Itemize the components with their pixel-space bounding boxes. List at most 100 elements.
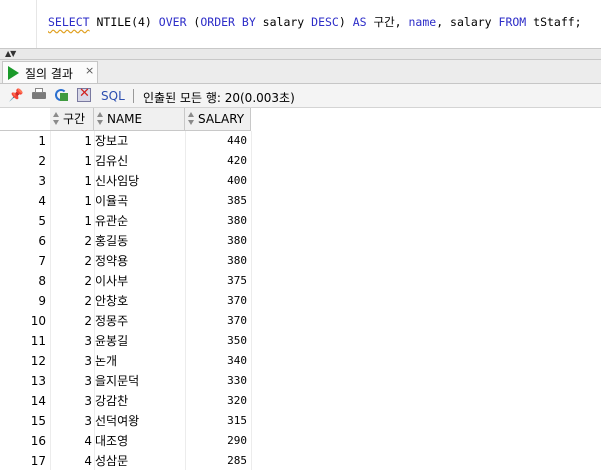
- cell-name[interactable]: 을지문덕: [94, 371, 185, 391]
- table-row[interactable]: 13 3 을지문덕 330: [0, 371, 601, 391]
- sql-keyword: AS: [352, 15, 367, 29]
- cell-name[interactable]: 신사임당: [94, 171, 185, 191]
- cell-salary[interactable]: 400: [185, 171, 251, 191]
- table-row[interactable]: 17 4 성삼문 285: [0, 451, 601, 471]
- cell-salary[interactable]: 350: [185, 331, 251, 351]
- cell-group[interactable]: 2: [50, 251, 94, 271]
- cell-group[interactable]: 3: [50, 391, 94, 411]
- table-row[interactable]: 9 2 안창호 370: [0, 291, 601, 311]
- close-tab-icon[interactable]: ×: [85, 64, 94, 77]
- cell-group[interactable]: 2: [50, 291, 94, 311]
- panel-splitter[interactable]: ▲▼: [0, 48, 601, 60]
- column-header-salary[interactable]: SALARY: [185, 108, 251, 131]
- cell-group[interactable]: 3: [50, 371, 94, 391]
- sql-code-line[interactable]: SELECT NTILE(4) OVER (ORDER BY salary DE…: [48, 14, 582, 30]
- table-row[interactable]: 3 1 신사임당 400: [0, 171, 601, 191]
- cell-name[interactable]: 성삼문: [94, 451, 185, 471]
- table-row[interactable]: 2 1 김유신 420: [0, 151, 601, 171]
- cell-salary[interactable]: 370: [185, 291, 251, 311]
- table-row[interactable]: 8 2 이사부 375: [0, 271, 601, 291]
- editor-gutter: [36, 0, 37, 48]
- table-row[interactable]: 11 3 윤봉길 350: [0, 331, 601, 351]
- row-number: 5: [38, 214, 46, 228]
- sort-icon: [53, 112, 59, 126]
- results-grid[interactable]: 구간 NAME SALARY 1 1 장보고 440 2 1 김유신 420 3 1 신사임당 400…: [0, 108, 601, 470]
- column-header-label: 구간: [63, 112, 86, 126]
- sql-text: , salary: [436, 15, 499, 29]
- cell-salary[interactable]: 375: [185, 271, 251, 291]
- cell-name[interactable]: 대조영: [94, 431, 185, 451]
- sort-icon: [188, 112, 194, 126]
- table-row[interactable]: 16 4 대조영 290: [0, 431, 601, 451]
- cell-name[interactable]: 선덕여왕: [94, 411, 185, 431]
- cell-group[interactable]: 2: [50, 271, 94, 291]
- table-row[interactable]: 1 1 장보고 440: [0, 131, 601, 151]
- cell-name[interactable]: 유관순: [94, 211, 185, 231]
- print-icon[interactable]: [31, 87, 47, 103]
- tab-query-result[interactable]: 질의 결과 ×: [2, 61, 98, 83]
- table-row[interactable]: 10 2 정몽주 370: [0, 311, 601, 331]
- cell-salary[interactable]: 385: [185, 191, 251, 211]
- cell-name[interactable]: 이율곡: [94, 191, 185, 211]
- sql-editor[interactable]: SELECT NTILE(4) OVER (ORDER BY salary DE…: [0, 0, 601, 48]
- cell-group[interactable]: 4: [50, 451, 94, 471]
- cell-group[interactable]: 2: [50, 231, 94, 251]
- sql-text: tStaff;: [526, 15, 582, 29]
- cell-group[interactable]: 3: [50, 411, 94, 431]
- cell-salary[interactable]: 370: [185, 311, 251, 331]
- cell-salary[interactable]: 340: [185, 351, 251, 371]
- sql-text: (: [186, 15, 201, 29]
- cell-salary[interactable]: 380: [185, 251, 251, 271]
- cell-salary[interactable]: 420: [185, 151, 251, 171]
- cell-name[interactable]: 강감찬: [94, 391, 185, 411]
- sql-button[interactable]: SQL: [101, 89, 125, 103]
- table-row[interactable]: 14 3 강감찬 320: [0, 391, 601, 411]
- cell-group[interactable]: 1: [50, 151, 94, 171]
- cell-group[interactable]: 2: [50, 311, 94, 331]
- row-number: 9: [38, 294, 46, 308]
- cell-name[interactable]: 장보고: [94, 131, 185, 151]
- cell-group[interactable]: 1: [50, 211, 94, 231]
- sql-keyword: ORDER BY: [200, 15, 256, 29]
- row-number: 10: [30, 314, 46, 328]
- cell-salary[interactable]: 315: [185, 411, 251, 431]
- row-number-header: [0, 108, 50, 131]
- cell-group[interactable]: 3: [50, 351, 94, 371]
- table-row[interactable]: 6 2 홍길동 380: [0, 231, 601, 251]
- table-row[interactable]: 7 2 정약용 380: [0, 251, 601, 271]
- table-row[interactable]: 15 3 선덕여왕 315: [0, 411, 601, 431]
- row-number: 6: [38, 234, 46, 248]
- cell-name[interactable]: 논개: [94, 351, 185, 371]
- cell-name[interactable]: 안창호: [94, 291, 185, 311]
- cell-group[interactable]: 1: [50, 171, 94, 191]
- cell-group[interactable]: 4: [50, 431, 94, 451]
- cell-salary[interactable]: 330: [185, 371, 251, 391]
- column-header-label: SALARY: [198, 112, 245, 126]
- cell-name[interactable]: 정몽주: [94, 311, 185, 331]
- cell-salary[interactable]: 320: [185, 391, 251, 411]
- cell-name[interactable]: 홍길동: [94, 231, 185, 251]
- cell-salary[interactable]: 285: [185, 451, 251, 471]
- cell-salary[interactable]: 380: [185, 211, 251, 231]
- cell-name[interactable]: 김유신: [94, 151, 185, 171]
- cancel-query-icon[interactable]: ✕: [76, 86, 92, 103]
- cell-name[interactable]: 윤봉길: [94, 331, 185, 351]
- table-row[interactable]: 12 3 논개 340: [0, 351, 601, 371]
- pin-icon[interactable]: 📌: [8, 87, 24, 103]
- column-header-group[interactable]: 구간: [50, 108, 94, 131]
- cell-group[interactable]: 3: [50, 331, 94, 351]
- splitter-arrows-icon[interactable]: ▲▼: [5, 50, 16, 58]
- table-row[interactable]: 4 1 이율곡 385: [0, 191, 601, 211]
- cell-group[interactable]: 1: [50, 191, 94, 211]
- cell-salary[interactable]: 380: [185, 231, 251, 251]
- cell-name[interactable]: 정약용: [94, 251, 185, 271]
- cell-group[interactable]: 1: [50, 131, 94, 151]
- column-header-name[interactable]: NAME: [94, 108, 185, 131]
- row-number: 11: [30, 334, 46, 348]
- cell-salary[interactable]: 290: [185, 431, 251, 451]
- table-row[interactable]: 5 1 유관순 380: [0, 211, 601, 231]
- sql-keyword: DESC: [311, 15, 339, 29]
- cell-name[interactable]: 이사부: [94, 271, 185, 291]
- refresh-icon[interactable]: [53, 87, 69, 103]
- cell-salary[interactable]: 440: [185, 131, 251, 151]
